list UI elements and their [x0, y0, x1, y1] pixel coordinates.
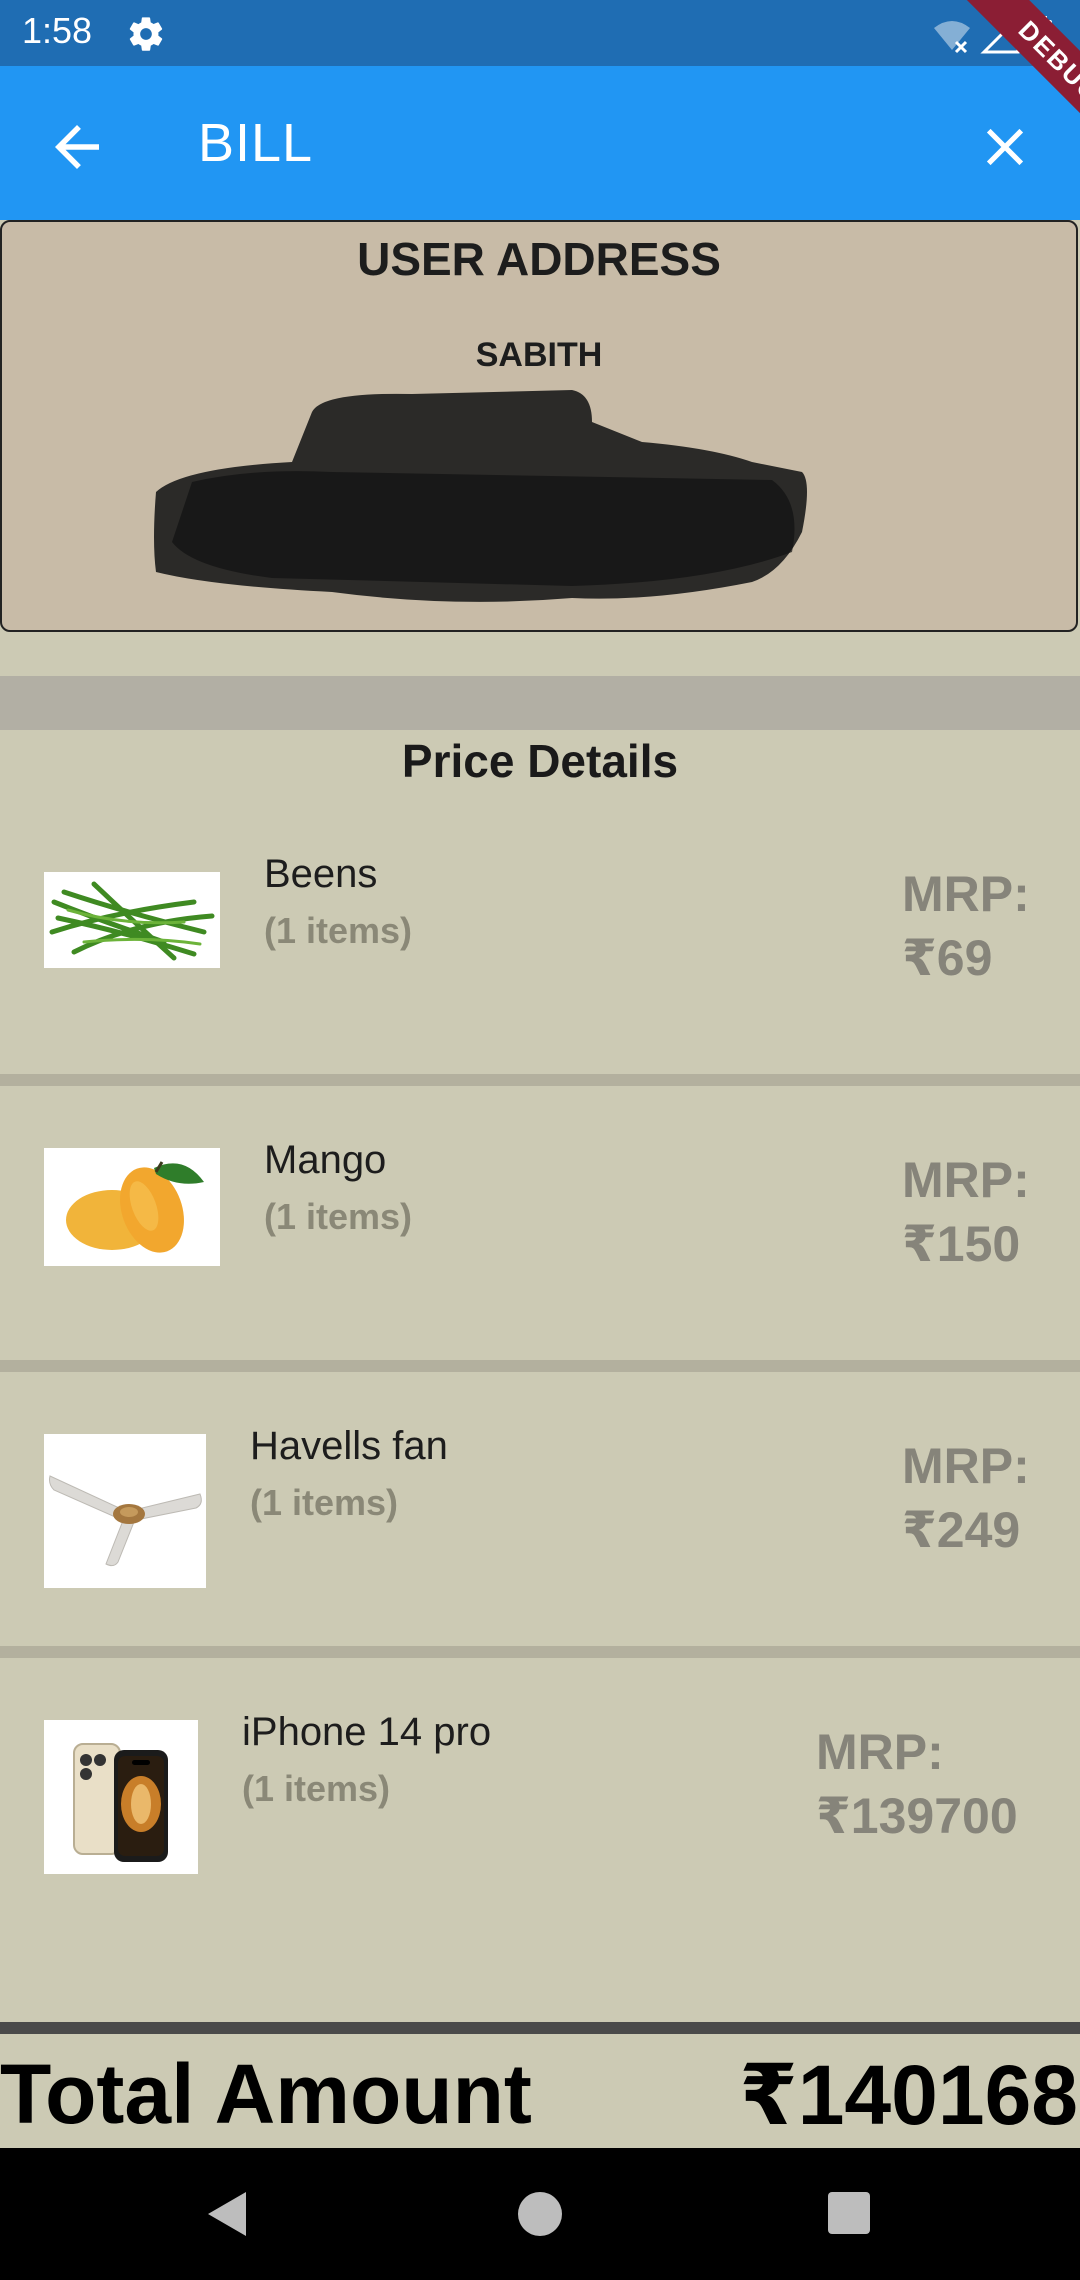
debug-label: DEBUG — [966, 0, 1080, 156]
price-details-heading: Price Details — [401, 735, 679, 787]
item-name: Havells fan — [250, 1424, 448, 1468]
address-name: SABITH — [475, 336, 603, 374]
nav-recents-icon[interactable] — [826, 2190, 872, 2236]
total-label: Total Amount — [0, 2047, 532, 2141]
item-quantity: (1 items) — [264, 910, 413, 951]
item-quantity: (1 items) — [250, 1482, 399, 1523]
item-quantity: (1 items) — [264, 1196, 413, 1237]
list-item: Beens (1 items) MRP: ₹69 — [0, 800, 1080, 1074]
iphone-image — [44, 1720, 198, 1874]
item-name: Beens — [264, 852, 378, 896]
item-mrp-label: MRP: — [902, 866, 1030, 922]
redacted-address-block — [154, 390, 807, 602]
item-name: iPhone 14 pro — [242, 1710, 492, 1754]
mango-image — [44, 1148, 220, 1266]
app-bar: BILL — [0, 66, 1080, 220]
item-divider — [0, 1360, 1080, 1372]
item-price: ₹69 — [902, 930, 993, 986]
ceiling-fan-image — [44, 1434, 206, 1588]
item-divider — [0, 1074, 1080, 1086]
total-value: ₹140168 — [739, 2048, 1078, 2142]
item-mrp-label: MRP: — [902, 1152, 1030, 1208]
list-item: Mango (1 items) MRP: ₹150 — [0, 1086, 1080, 1360]
green-beans-image — [44, 872, 220, 968]
system-navigation-bar — [0, 2148, 1080, 2280]
settings-gear-icon — [129, 17, 163, 51]
item-divider — [0, 1646, 1080, 1658]
back-arrow-icon[interactable] — [44, 114, 110, 180]
status-time: 1:58 — [22, 10, 93, 51]
list-item: Havells fan (1 items) MRP: ₹249 — [0, 1372, 1080, 1646]
item-price: ₹150 — [902, 1216, 1021, 1272]
address-card: USER ADDRESS SABITH — [0, 220, 1078, 632]
list-item: iPhone 14 pro (1 items) MRP: ₹139700 — [0, 1658, 1080, 1988]
nav-back-icon[interactable] — [204, 2188, 250, 2240]
item-price: ₹249 — [902, 1502, 1021, 1558]
item-mrp-label: MRP: — [902, 1438, 1030, 1494]
item-price: ₹139700 — [816, 1788, 1018, 1844]
page-title: BILL — [198, 113, 314, 173]
total-divider — [0, 2022, 1080, 2034]
status-bar: 1:58 — [0, 0, 1080, 66]
item-name: Mango — [264, 1138, 387, 1182]
debug-banner: DEBUG — [920, 0, 1080, 160]
item-mrp-label: MRP: — [816, 1724, 944, 1780]
section-separator — [0, 676, 1080, 730]
nav-home-icon[interactable] — [516, 2190, 564, 2238]
address-heading: USER ADDRESS — [357, 233, 721, 285]
item-quantity: (1 items) — [242, 1768, 391, 1809]
